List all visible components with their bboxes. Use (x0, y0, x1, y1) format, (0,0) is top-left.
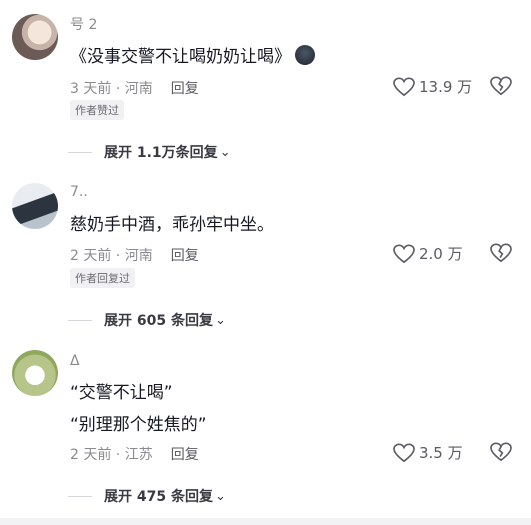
comment-username[interactable]: 号 2 (70, 14, 97, 34)
comment-text-line: “交警不让喝” (70, 383, 173, 403)
chevron-down-icon: ⌄ (214, 488, 226, 504)
divider-line (68, 151, 92, 153)
comment-text: 《没事交警不让喝奶奶让喝》 (70, 42, 315, 67)
avatar[interactable] (12, 14, 58, 60)
like-count: 13.9 万 (419, 78, 473, 96)
comment-time-location: 3 天前 · 河南 (70, 81, 153, 97)
comment-meta: 2 天前 · 河南 回复 (70, 245, 199, 265)
divider-line (68, 495, 92, 497)
expand-replies-button[interactable]: 展开 605 条回复 ⌄ (68, 310, 226, 330)
comment-username[interactable]: Δ (70, 353, 80, 369)
comment-time-location: 2 天前 · 河南 (70, 248, 153, 264)
avatar[interactable] (12, 183, 58, 229)
expand-replies-button[interactable]: 展开 475 条回复 ⌄ (68, 486, 226, 506)
reply-button[interactable]: 回复 (171, 447, 199, 463)
expand-replies-label: 展开 605 条回复 (104, 313, 213, 329)
comment-username[interactable]: 7.. (70, 184, 88, 200)
broken-heart-icon[interactable] (490, 76, 512, 96)
author-liked-badge: 作者赞过 (70, 100, 124, 120)
comment-text: 慈奶手中酒，乖孙牢中坐。 (70, 215, 274, 235)
expand-replies-label: 展开 475 条回复 (104, 489, 213, 505)
like-count: 3.5 万 (419, 444, 463, 462)
divider-line (68, 319, 92, 321)
comment-time-location: 2 天前 · 江苏 (70, 447, 153, 463)
bottom-divider (0, 518, 531, 525)
comment-meta: 2 天前 · 江苏 回复 (70, 444, 199, 464)
comment-meta: 3 天前 · 河南 回复 (70, 78, 199, 98)
expand-replies-label: 展开 1.1万条回复 (104, 145, 218, 161)
broken-heart-icon[interactable] (490, 243, 512, 263)
chevron-down-icon: ⌄ (214, 312, 226, 328)
like-button[interactable]: 3.5 万 (393, 442, 463, 463)
expand-replies-button[interactable]: 展开 1.1万条回复 ⌄ (68, 142, 231, 162)
chevron-down-icon: ⌄ (219, 144, 231, 160)
like-count: 2.0 万 (419, 245, 463, 263)
comment-text-line: “别理那个姓焦的” (70, 415, 207, 435)
broken-heart-icon[interactable] (490, 442, 512, 462)
heart-outline-icon (393, 443, 415, 462)
author-replied-badge: 作者回复过 (70, 268, 135, 288)
heart-outline-icon (393, 244, 415, 263)
avatar[interactable] (12, 350, 58, 396)
comment-text-content: 《没事交警不让喝奶奶让喝》 (70, 47, 291, 67)
reply-button[interactable]: 回复 (171, 248, 199, 264)
emoji-icon (295, 45, 315, 65)
heart-outline-icon (393, 77, 415, 96)
like-button[interactable]: 13.9 万 (393, 76, 472, 97)
like-button[interactable]: 2.0 万 (393, 243, 463, 264)
reply-button[interactable]: 回复 (171, 81, 199, 97)
